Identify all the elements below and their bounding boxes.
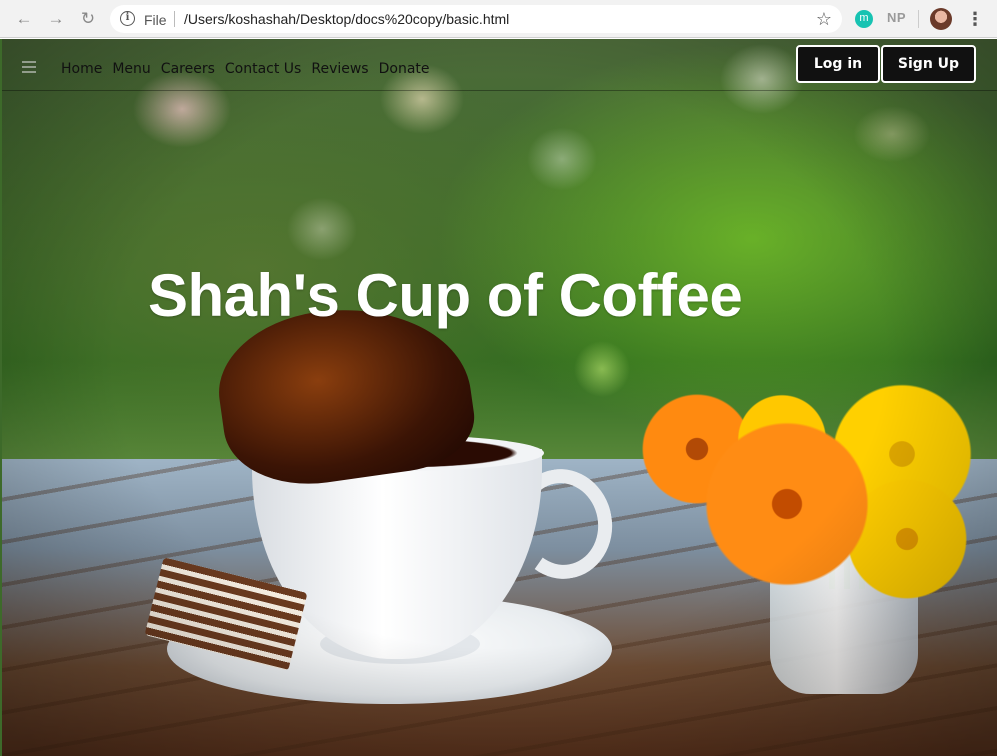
divider	[918, 10, 919, 28]
reload-icon[interactable]: ↻	[78, 9, 98, 29]
hero-vignette	[2, 39, 997, 756]
url-text[interactable]: /Users/koshashah/Desktop/docs%20copy/bas…	[184, 11, 509, 27]
star-icon[interactable]: ☆	[816, 9, 832, 30]
nav-link-reviews[interactable]: Reviews	[311, 61, 368, 77]
site-navbar: Home Menu Careers Contact Us Reviews Don…	[2, 39, 997, 91]
more-menu-icon[interactable]: ⋮	[966, 8, 984, 30]
extension-np-icon[interactable]: NP	[887, 10, 906, 25]
nav-link-home[interactable]: Home	[61, 61, 102, 77]
web-page: Home Menu Careers Contact Us Reviews Don…	[2, 39, 997, 756]
hero-title: Shah's Cup of Coffee	[148, 262, 743, 329]
nav-link-careers[interactable]: Careers	[161, 61, 215, 77]
forward-icon[interactable]: →	[46, 9, 66, 29]
signup-button[interactable]: Sign Up	[881, 45, 976, 83]
login-button[interactable]: Log in	[796, 45, 880, 83]
nav-link-menu[interactable]: Menu	[112, 61, 150, 77]
nav-links: Home Menu Careers Contact Us Reviews Don…	[61, 61, 430, 77]
info-icon[interactable]: i	[120, 11, 135, 26]
divider	[174, 11, 175, 27]
nav-link-contact-us[interactable]: Contact Us	[225, 61, 301, 77]
back-icon[interactable]: ←	[14, 9, 34, 29]
profile-avatar[interactable]	[930, 8, 952, 30]
extension-m-icon[interactable]: m	[855, 10, 873, 28]
browser-toolbar: ← → ↻ i File /Users/koshashah/Desktop/do…	[0, 0, 997, 38]
url-scheme-label: File	[144, 12, 167, 28]
address-bar[interactable]: i File /Users/koshashah/Desktop/docs%20c…	[110, 5, 842, 33]
nav-link-donate[interactable]: Donate	[379, 61, 430, 77]
hamburger-menu-icon[interactable]	[22, 61, 36, 73]
